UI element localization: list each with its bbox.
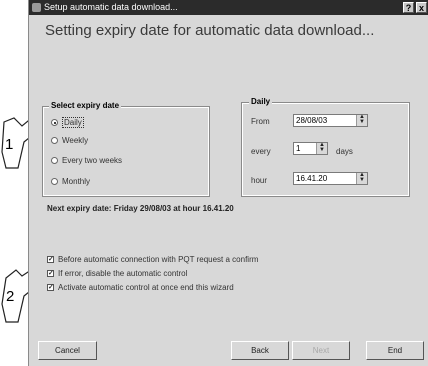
back-button[interactable]: Back xyxy=(231,341,289,360)
checkbox-activate-at-end-label: Activate automatic control at once end t… xyxy=(58,283,234,292)
callout-number-2: 2 xyxy=(6,288,15,305)
every-label: every xyxy=(251,147,271,156)
setup-window: Setup automatic data download... ? x Set… xyxy=(28,0,428,366)
checkbox-disable-on-error-box[interactable]: ✓ xyxy=(47,270,54,277)
next-button[interactable]: Next xyxy=(292,341,350,360)
radio-every-two-weeks-indicator[interactable] xyxy=(51,157,58,164)
select-expiry-group: Select expiry date Daily Weekly Every tw… xyxy=(42,101,210,197)
radio-weekly[interactable]: Weekly xyxy=(51,136,88,145)
from-label: From xyxy=(251,117,270,126)
radio-every-two-weeks[interactable]: Every two weeks xyxy=(51,156,122,165)
checkbox-request-confirm-box[interactable]: ✓ xyxy=(47,256,54,263)
help-button[interactable]: ? xyxy=(403,2,414,13)
daily-group: Daily From 28/08/03 ▲ ▼ every 1 ▲ ▼ days h… xyxy=(241,97,410,197)
window-title: Setup automatic data download... xyxy=(44,2,178,12)
checkbox-disable-on-error[interactable]: ✓ If error, disable the automatic contro… xyxy=(47,269,187,278)
hour-label: hour xyxy=(251,176,268,185)
radio-weekly-label: Weekly xyxy=(62,136,89,145)
checkbox-request-confirm[interactable]: ✓ Before automatic connection with PQT r… xyxy=(47,255,258,264)
title-bar: Setup automatic data download... ? x xyxy=(29,0,428,15)
radio-daily[interactable]: Daily xyxy=(51,117,84,128)
days-label: days xyxy=(336,147,353,156)
radio-monthly-indicator[interactable] xyxy=(51,178,58,185)
daily-group-title: Daily xyxy=(249,97,273,106)
next-expiry-text: Next expiry date: Friday 29/08/03 at hou… xyxy=(47,204,234,213)
checkbox-activate-at-end-box[interactable]: ✓ xyxy=(47,284,54,291)
radio-monthly[interactable]: Monthly xyxy=(51,177,90,186)
end-button[interactable]: End xyxy=(366,341,424,360)
radio-weekly-indicator[interactable] xyxy=(51,137,58,144)
page-heading: Setting expiry date for automatic data d… xyxy=(45,22,375,39)
radio-daily-label: Daily xyxy=(62,117,84,128)
hour-spinner[interactable]: ▲ ▼ xyxy=(356,172,367,184)
checkbox-request-confirm-label: Before automatic connection with PQT req… xyxy=(58,255,259,264)
close-button[interactable]: x xyxy=(416,2,427,13)
select-expiry-group-title: Select expiry date xyxy=(49,101,122,110)
checkbox-activate-at-end[interactable]: ✓ Activate automatic control at once end… xyxy=(47,283,234,292)
radio-monthly-label: Monthly xyxy=(62,177,91,186)
checkbox-disable-on-error-label: If error, disable the automatic control xyxy=(58,269,188,278)
from-date-spinner[interactable]: ▲ ▼ xyxy=(356,114,367,126)
cancel-button[interactable]: Cancel xyxy=(38,341,97,360)
radio-daily-indicator[interactable] xyxy=(51,119,58,126)
callout-number-1: 1 xyxy=(5,136,14,153)
every-days-spinner[interactable]: ▲ ▼ xyxy=(316,142,327,154)
radio-every-two-weeks-label: Every two weeks xyxy=(62,156,123,165)
app-icon xyxy=(32,3,41,12)
